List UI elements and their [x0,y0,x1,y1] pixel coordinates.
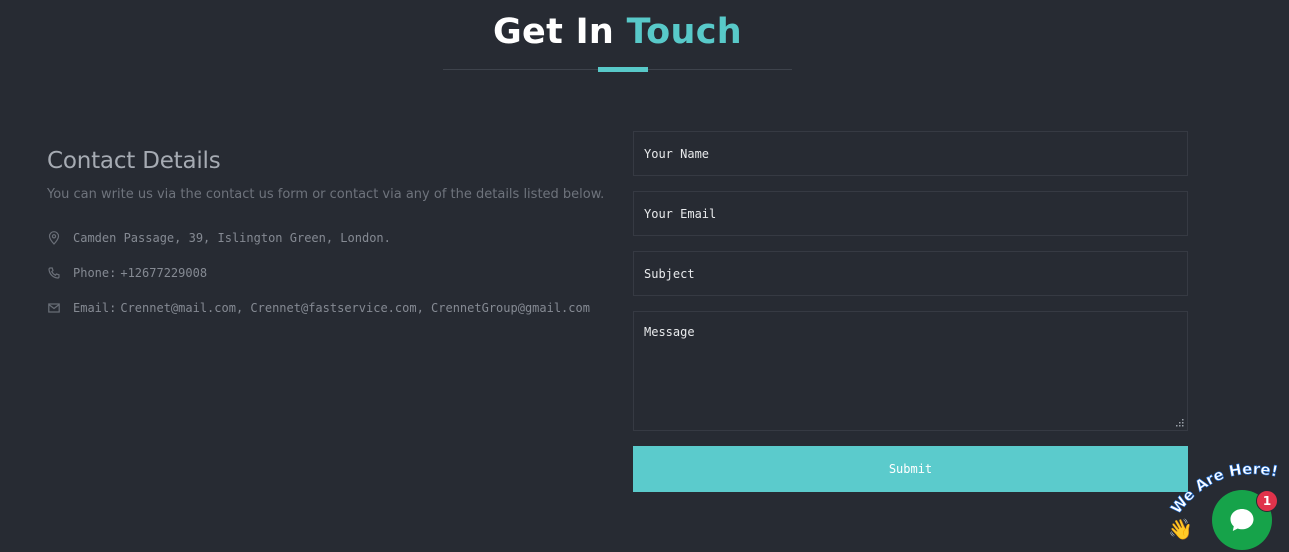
phone-label: Phone: [73,266,117,280]
subject-input[interactable] [633,251,1188,296]
heading-accent-text: Touch [626,12,742,52]
phone-icon [47,266,61,280]
email-addresses: Crennet@mail.com, Crennet@fastservice.co… [120,301,590,315]
chat-bubble-icon [1230,509,1254,531]
contact-details-description: You can write us via the contact us form… [47,187,605,202]
heading-text: Get In [493,12,615,52]
phone-number: +12677229008 [120,266,208,280]
section-heading: Get In Touch [0,8,1235,56]
email-label: Email: [73,301,117,315]
heading-accent-bar [598,67,648,72]
location-pin-icon [47,231,61,245]
notification-badge: 1 [1256,490,1278,512]
waving-hand-icon: 👋 [1168,517,1193,541]
submit-button[interactable]: Submit [633,446,1188,492]
address-text: Camden Passage, 39, Islington Green, Lon… [73,231,391,245]
resize-handle-icon[interactable] [1176,419,1184,427]
name-input[interactable] [633,131,1188,176]
email-row: Email: Crennet@mail.com, Crennet@fastser… [47,301,590,315]
address-row: Camden Passage, 39, Islington Green, Lon… [47,231,391,245]
contact-section: Get In Touch Contact Details You can wri… [0,0,1289,552]
phone-row: Phone: +12677229008 [47,266,207,280]
contact-details-title: Contact Details [47,148,221,174]
email-input[interactable] [633,191,1188,236]
message-textarea[interactable] [633,311,1188,431]
envelope-icon [47,301,61,315]
chat-widget[interactable]: We Are Here! 👋 1 [1160,455,1289,552]
